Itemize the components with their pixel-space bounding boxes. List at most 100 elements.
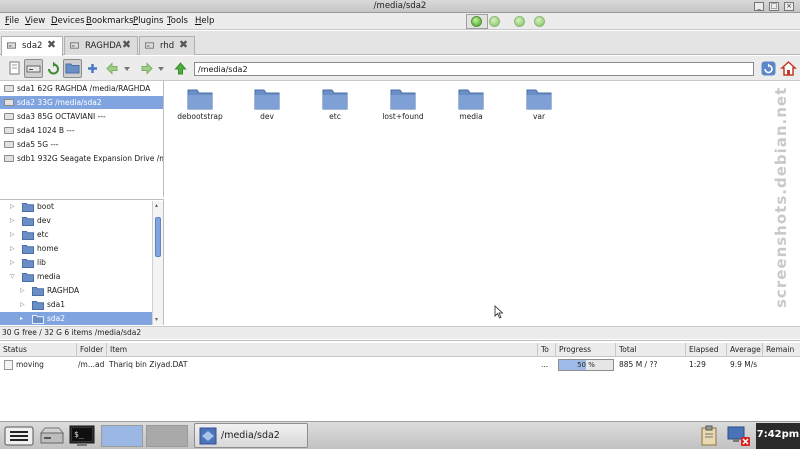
col-elapsed[interactable]: Elapsed (686, 343, 727, 357)
menu-help[interactable]: Help (195, 16, 214, 26)
menu-bookmarks[interactable]: Bookmarks (86, 16, 134, 26)
desktop-2-button[interactable] (146, 425, 188, 447)
expander-icon[interactable]: ▷ (20, 302, 26, 308)
tab-raghda[interactable]: RAGHDA ✖ (64, 36, 138, 55)
task-status-indicator-4[interactable] (534, 16, 545, 27)
col-remain[interactable]: Remain (763, 343, 800, 357)
dir-tree-button[interactable] (63, 59, 82, 78)
expander-icon[interactable]: ▸ (20, 316, 26, 322)
tree-item-boot[interactable]: ▷ boot (0, 200, 152, 214)
close-button[interactable]: × (784, 2, 794, 11)
back-button[interactable] (103, 59, 122, 78)
maximize-button[interactable]: □ (769, 2, 779, 11)
file-item-var[interactable]: var (505, 87, 571, 131)
col-status[interactable]: Status (0, 343, 77, 357)
drive-icon (4, 113, 14, 120)
device-row[interactable]: sda3 85G OCTAVIANI --- (0, 110, 163, 123)
task-status-indicator-2[interactable] (489, 16, 500, 27)
menu-plugins[interactable]: Plugins (133, 16, 163, 26)
tree-item-sda2[interactable]: ▸ sda2 (0, 312, 152, 325)
col-average[interactable]: Average (727, 343, 763, 357)
tree-item-raghda[interactable]: ▷ RAGHDA (0, 284, 152, 298)
window-title: /media/sda2 (373, 1, 427, 11)
task-status-indicator[interactable] (471, 16, 482, 27)
file-item-media[interactable]: media (437, 87, 503, 131)
file-item-lost-found[interactable]: lost+found (369, 87, 435, 131)
file-item-debootstrap[interactable]: debootstrap (166, 87, 232, 131)
file-name: var (532, 112, 546, 121)
col-to[interactable]: To (538, 343, 556, 357)
col-item[interactable]: Item (107, 343, 538, 357)
close-tab-icon[interactable]: ✖ (121, 39, 132, 51)
minimize-button[interactable]: _ (754, 2, 764, 11)
file-name: lost+found (382, 112, 424, 121)
menu-view[interactable]: View (25, 16, 45, 26)
tree-item-etc[interactable]: ▷ etc (0, 228, 152, 242)
new-tab-button[interactable] (83, 59, 102, 78)
plus-icon (88, 64, 97, 73)
forward-history-dropdown[interactable] (155, 59, 167, 78)
device-row[interactable]: sda4 1024 B --- (0, 124, 163, 137)
menu-tools[interactable]: Tools (167, 16, 188, 26)
queue-average: 9.9 M/s (730, 360, 758, 369)
queue-row[interactable]: moving /m...ad Thariq bin Ziyad.DAT ... … (0, 358, 800, 372)
expander-icon[interactable]: ▷ (10, 204, 16, 210)
expander-icon[interactable]: ▽ (10, 274, 16, 280)
tab-label: RAGHDA (85, 41, 122, 51)
device-row[interactable]: sda2 33G /media/sda2 (0, 96, 163, 109)
tree-item-lib[interactable]: ▷ lib (0, 256, 152, 270)
back-history-dropdown[interactable] (121, 59, 133, 78)
col-folder[interactable]: Folder (77, 343, 107, 357)
view-toggle-button[interactable] (5, 59, 24, 78)
file-name: etc (329, 112, 341, 121)
tree-item-media[interactable]: ▽ media (0, 270, 152, 284)
tree-item-dev[interactable]: ▷ dev (0, 214, 152, 228)
close-tab-icon[interactable]: ✖ (46, 39, 57, 51)
device-row[interactable]: sdb1 932G Seagate Expansion Drive /media… (0, 152, 163, 165)
folder-icon (32, 315, 44, 324)
arrow-left-icon (106, 62, 118, 75)
queue-folder: /m...ad (78, 360, 105, 369)
up-button[interactable] (171, 59, 190, 78)
forward-button[interactable] (137, 59, 156, 78)
clipboard-applet[interactable] (699, 425, 719, 447)
terminal-launcher[interactable]: $_ (68, 425, 96, 447)
directory-tree-vscrollbar[interactable]: ▴ ▾ (152, 201, 163, 325)
network-applet[interactable] (725, 425, 753, 447)
file-item-dev[interactable]: dev (233, 87, 299, 131)
clock: 7:42pm (756, 423, 800, 449)
device-label: sda1 62G RAGHDA /media/RAGHDA (17, 84, 151, 93)
start-menu-button[interactable] (4, 425, 34, 447)
scroll-up-icon[interactable]: ▴ (155, 202, 158, 209)
queue-to: ... (541, 360, 549, 369)
tree-item-label: RAGHDA (47, 286, 80, 295)
device-row[interactable]: sda1 62G RAGHDA /media/RAGHDA (0, 82, 163, 95)
scroll-down-icon[interactable]: ▾ (155, 316, 158, 323)
devices-pane-button[interactable] (24, 59, 43, 78)
expander-icon[interactable]: ▷ (10, 246, 16, 252)
menu-devices[interactable]: Devices (51, 16, 85, 26)
folder-icon (322, 89, 348, 110)
task-status-indicator-3[interactable] (514, 16, 525, 27)
scrollbar-thumb[interactable] (155, 217, 161, 257)
expander-icon[interactable]: ▷ (10, 218, 16, 224)
drive-launcher[interactable] (38, 425, 66, 447)
expander-icon[interactable]: ▷ (20, 288, 26, 294)
file-item-etc[interactable]: etc (301, 87, 367, 131)
device-row[interactable]: sda5 5G --- (0, 138, 163, 151)
tree-item-sda1[interactable]: ▷ sda1 (0, 298, 152, 312)
refresh-tree-button[interactable] (44, 59, 63, 78)
tab-sda2[interactable]: sda2 ✖ (1, 36, 63, 56)
close-tab-icon[interactable]: ✖ (178, 39, 189, 51)
tab-rhd[interactable]: rhd ✖ (139, 36, 195, 55)
col-progress[interactable]: Progress (556, 343, 616, 357)
col-total[interactable]: Total (616, 343, 686, 357)
path-input[interactable] (194, 62, 754, 76)
taskbar-window-button[interactable]: /media/sda2 (194, 423, 308, 448)
tree-item-home[interactable]: ▷ home (0, 242, 152, 256)
refresh-icon (48, 61, 59, 75)
desktop-1-button[interactable] (101, 425, 143, 447)
expander-icon[interactable]: ▷ (10, 260, 16, 266)
expander-icon[interactable]: ▷ (10, 232, 16, 238)
menu-file[interactable]: File (5, 16, 19, 26)
